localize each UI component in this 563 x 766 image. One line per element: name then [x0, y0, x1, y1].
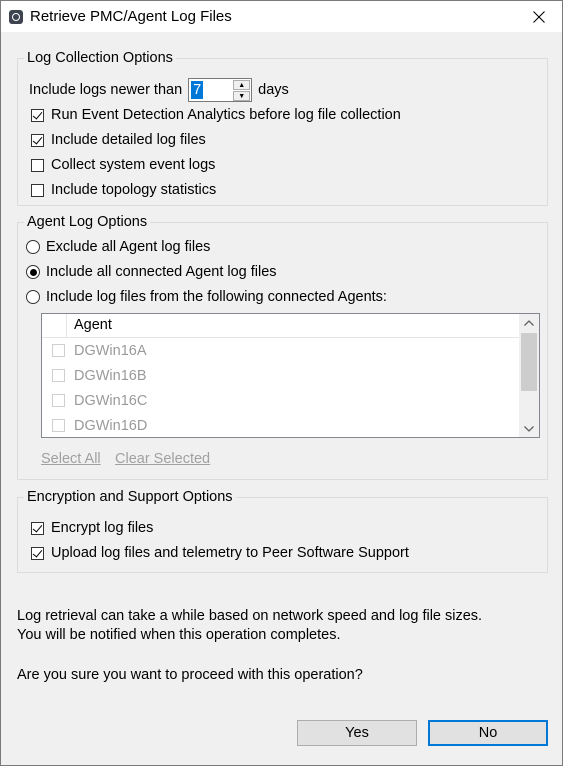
topology-statistics-label: Include topology statistics — [51, 182, 217, 198]
topology-statistics-checkbox[interactable] — [31, 183, 44, 197]
encrypt-logs-checkbox[interactable] — [31, 521, 44, 535]
agent-list-header: Agent — [42, 314, 519, 338]
dialog-window: Retrieve PMC/Agent Log Files Log Collect… — [0, 0, 563, 766]
upload-telemetry-label: Upload log files and telemetry to Peer S… — [51, 545, 409, 561]
agent-name: DGWin16C — [74, 392, 148, 409]
info-message-line1: Log retrieval can take a while based on … — [17, 608, 483, 624]
stepper-down-button[interactable]: ▼ — [233, 91, 251, 101]
chevron-up-icon — [524, 319, 534, 326]
chevron-down-icon: ▼ — [238, 92, 246, 100]
clear-selected-link[interactable]: Clear Selected — [115, 451, 210, 467]
agent-name: DGWin16A — [74, 342, 147, 359]
system-event-logs-label: Collect system event logs — [51, 157, 216, 173]
option-run-event-detection[interactable]: Run Event Detection Analytics before log… — [31, 105, 401, 125]
app-icon — [9, 10, 23, 24]
run-event-detection-checkbox[interactable] — [31, 108, 44, 122]
agent-name: DGWin16B — [74, 367, 147, 384]
scrollbar-thumb[interactable] — [521, 333, 537, 391]
scroll-up-button[interactable] — [519, 314, 539, 331]
window-title: Retrieve PMC/Agent Log Files — [30, 8, 232, 25]
agent-list[interactable]: Agent DGWin16A DGWin16B DGWin16C DGWin16… — [41, 313, 540, 438]
include-all-radio[interactable] — [26, 265, 40, 279]
radio-include-all[interactable]: Include all connected Agent log files — [26, 262, 277, 282]
agent-checkbox — [52, 419, 65, 432]
newer-than-row: Include logs newer than 7 ▲ ▼ days — [29, 77, 289, 103]
agent-checkbox — [52, 369, 65, 382]
days-label: days — [258, 82, 289, 98]
list-item: DGWin16C — [42, 388, 519, 413]
list-item: DGWin16A — [42, 338, 519, 363]
upload-telemetry-checkbox[interactable] — [31, 546, 44, 560]
run-event-detection-label: Run Event Detection Analytics before log… — [51, 107, 401, 123]
days-stepper[interactable]: 7 ▲ ▼ — [188, 78, 253, 102]
newer-than-label: Include logs newer than — [29, 82, 183, 98]
chevron-down-icon — [524, 425, 534, 432]
agent-log-title: Agent Log Options — [24, 213, 151, 231]
encrypt-logs-label: Encrypt log files — [51, 520, 154, 536]
yes-button[interactable]: Yes — [297, 720, 417, 746]
option-topology-statistics[interactable]: Include topology statistics — [31, 180, 216, 200]
option-detailed-logs[interactable]: Include detailed log files — [31, 130, 206, 150]
stepper-up-button[interactable]: ▲ — [233, 80, 251, 90]
option-system-event-logs[interactable]: Collect system event logs — [31, 155, 215, 175]
include-selected-radio[interactable] — [26, 290, 40, 304]
agent-log-group: Agent Log Options Exclude all Agent log … — [17, 213, 548, 480]
list-item: DGWin16B — [42, 363, 519, 388]
info-message-line2: You will be notified when this operation… — [17, 627, 341, 643]
agent-name: DGWin16D — [74, 417, 148, 434]
exclude-all-label: Exclude all Agent log files — [46, 239, 211, 255]
agent-column-header[interactable]: Agent — [74, 317, 112, 333]
system-event-logs-checkbox[interactable] — [31, 158, 44, 172]
days-stepper-value[interactable]: 7 — [191, 81, 204, 99]
radio-include-selected[interactable]: Include log files from the following con… — [26, 287, 387, 307]
agent-checkbox — [52, 394, 65, 407]
chevron-up-icon: ▲ — [238, 81, 246, 89]
log-collection-title: Log Collection Options — [24, 49, 176, 67]
close-button[interactable] — [516, 1, 562, 32]
title-bar[interactable]: Retrieve PMC/Agent Log Files — [1, 1, 562, 32]
scroll-down-button[interactable] — [519, 420, 539, 437]
detailed-logs-checkbox[interactable] — [31, 133, 44, 147]
exclude-all-radio[interactable] — [26, 240, 40, 254]
include-selected-label: Include log files from the following con… — [46, 289, 387, 305]
agent-list-scrollbar[interactable] — [519, 314, 539, 437]
option-upload-telemetry[interactable]: Upload log files and telemetry to Peer S… — [31, 543, 409, 563]
agent-checkbox — [52, 344, 65, 357]
encryption-title: Encryption and Support Options — [24, 488, 236, 506]
log-collection-group: Log Collection Options Include logs newe… — [17, 49, 548, 206]
no-button[interactable]: No — [428, 720, 548, 746]
close-icon — [533, 10, 545, 23]
radio-exclude-all[interactable]: Exclude all Agent log files — [26, 237, 210, 257]
select-all-link[interactable]: Select All — [41, 451, 101, 467]
include-all-label: Include all connected Agent log files — [46, 264, 277, 280]
confirm-question: Are you sure you want to proceed with th… — [17, 667, 363, 683]
option-encrypt-logs[interactable]: Encrypt log files — [31, 518, 153, 538]
list-item: DGWin16D — [42, 413, 519, 437]
header-checkbox-column — [42, 314, 67, 338]
encryption-group: Encryption and Support Options Encrypt l… — [17, 488, 548, 573]
detailed-logs-label: Include detailed log files — [51, 132, 206, 148]
